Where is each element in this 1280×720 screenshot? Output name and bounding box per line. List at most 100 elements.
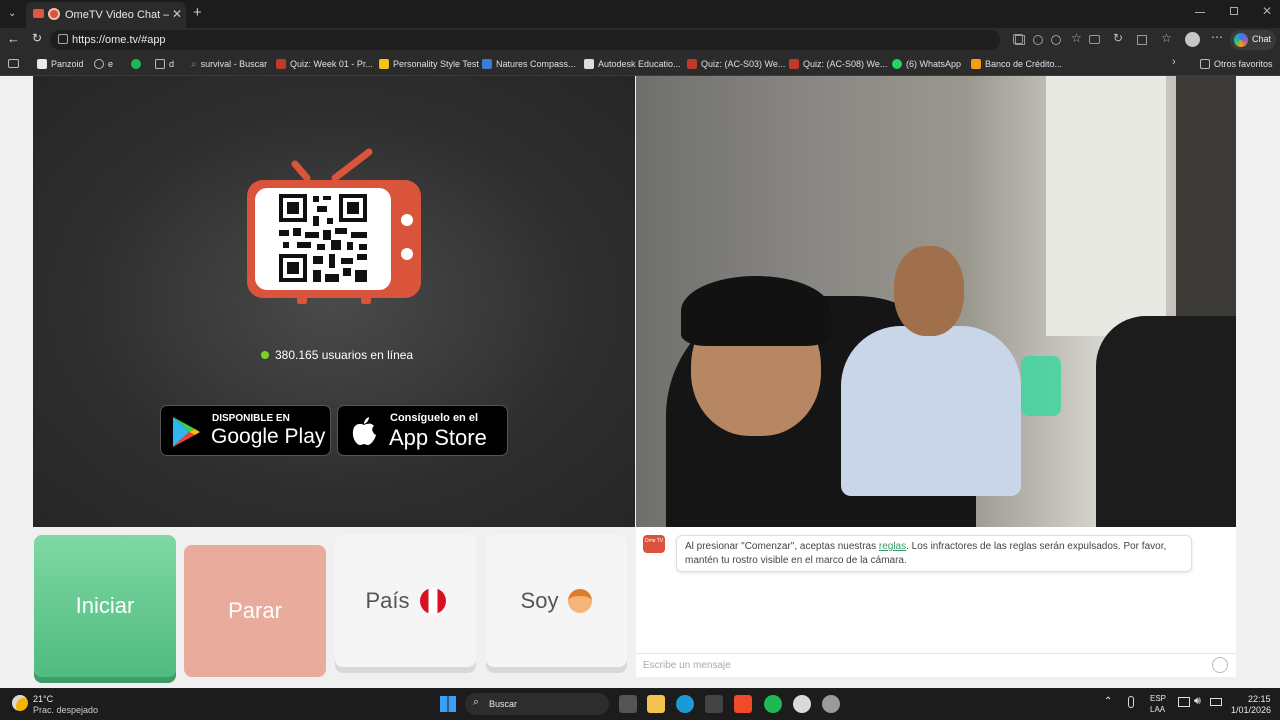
language-1[interactable]: ESP bbox=[1150, 694, 1166, 703]
grid-icon[interactable] bbox=[1015, 35, 1025, 45]
more-menu-icon[interactable]: ⋯ bbox=[1211, 30, 1223, 44]
split-screen-icon[interactable] bbox=[1137, 35, 1147, 45]
bookmark-e[interactable]: e bbox=[94, 57, 113, 71]
emoji-icon[interactable] bbox=[1212, 657, 1228, 673]
browser-tab[interactable]: OmeTV Video Chat — Omegl ✕ bbox=[26, 2, 186, 28]
copilot-icon bbox=[1234, 33, 1248, 47]
peru-flag-icon bbox=[419, 588, 446, 614]
app-icon[interactable] bbox=[705, 695, 723, 713]
search-icon: ⌕ bbox=[473, 696, 480, 708]
back-icon[interactable]: ← bbox=[7, 31, 20, 46]
folder-icon bbox=[1200, 59, 1210, 69]
bookmark-quiz-week01[interactable]: Quiz: Week 01 - Pr... bbox=[276, 57, 373, 71]
boy-emoji-icon bbox=[568, 589, 593, 613]
google-play-big-text: Google Play bbox=[211, 425, 326, 448]
tab-list-chevron-icon[interactable]: ⌄ bbox=[8, 8, 20, 20]
camera-icon[interactable] bbox=[1089, 35, 1100, 44]
taskbar-search[interactable]: ⌕ Buscar bbox=[465, 693, 609, 715]
copilot-chat-button[interactable]: Chat bbox=[1230, 30, 1276, 50]
app-store-small-text: Consíguelo en el bbox=[390, 412, 479, 424]
clock-time[interactable]: 22:15 bbox=[1248, 694, 1271, 704]
bookmark-d[interactable]: d bbox=[155, 57, 174, 71]
task-view-icon[interactable] bbox=[619, 695, 637, 713]
zoom-icon[interactable] bbox=[1033, 35, 1043, 45]
bookmark-whatsapp[interactable]: (6) WhatsApp bbox=[892, 57, 961, 71]
apple-icon bbox=[352, 417, 376, 445]
weather-icon bbox=[12, 695, 28, 711]
extension-icon[interactable] bbox=[1051, 35, 1061, 45]
bookmarks-overflow-icon[interactable]: › bbox=[1172, 56, 1176, 68]
windows-start-icon[interactable] bbox=[440, 696, 456, 712]
chat-panel: Ome TV Al presionar "Comenzar", aceptas … bbox=[636, 527, 1236, 677]
bookmark-banco[interactable]: Banco de Crédito... bbox=[971, 57, 1062, 71]
search-icon: ⌕ bbox=[191, 58, 197, 70]
bookmark-personality[interactable]: Personality Style Test bbox=[379, 57, 479, 71]
bookmark-survival[interactable]: ⌕ survival - Buscar bbox=[191, 57, 267, 71]
chat-input[interactable]: Escribe un mensaje bbox=[636, 653, 1236, 677]
new-tab-icon[interactable]: + bbox=[193, 4, 202, 21]
local-video-panel: 380.165 usuarios en línea DISPONIBLE EN … bbox=[33, 76, 635, 527]
google-play-small-text: DISPONIBLE EN bbox=[212, 413, 290, 424]
online-status-dot bbox=[261, 351, 269, 359]
whatsapp-icon bbox=[892, 59, 902, 69]
file-explorer-icon[interactable] bbox=[647, 695, 665, 713]
favorite-star-icon[interactable]: ☆ bbox=[1071, 31, 1082, 45]
chrome-icon[interactable] bbox=[793, 695, 811, 713]
stop-button[interactable]: Parar bbox=[184, 545, 326, 677]
bookmark-panzoid[interactable]: Panzoid bbox=[37, 57, 84, 71]
spotify-icon bbox=[131, 59, 141, 69]
volume-icon[interactable]: 🔊︎ bbox=[1194, 695, 1201, 708]
tab-close-icon[interactable]: ✕ bbox=[172, 7, 182, 21]
globe-icon bbox=[94, 59, 104, 69]
bookmark-autodesk[interactable]: Autodesk Educatio... bbox=[584, 57, 681, 71]
stop-label: Parar bbox=[228, 598, 282, 623]
country-label: País bbox=[365, 588, 410, 613]
clock-date[interactable]: 1/01/2026 bbox=[1231, 705, 1271, 715]
video-person-middle bbox=[841, 326, 1021, 496]
app-store-button[interactable]: Consíguelo en el App Store bbox=[337, 405, 508, 456]
network-icon[interactable] bbox=[1178, 697, 1190, 707]
brave-icon[interactable] bbox=[734, 695, 752, 713]
country-selector[interactable]: País bbox=[335, 535, 476, 667]
edge-icon[interactable] bbox=[676, 695, 694, 713]
other-favorites[interactable]: Otros favoritos bbox=[1200, 57, 1273, 71]
weather-desc: Prac. despejado bbox=[33, 705, 99, 715]
sidebar-toggle-icon[interactable] bbox=[8, 59, 19, 68]
online-count: 380.165 usuarios en línea bbox=[275, 348, 414, 362]
bookmark-spotify[interactable] bbox=[131, 57, 141, 71]
address-bar[interactable]: https://ome.tv/#app bbox=[50, 30, 1023, 50]
refresh-extension-icon[interactable]: ↻ bbox=[1113, 31, 1123, 45]
bookmark-quiz-s03[interactable]: Quiz: (AC-S03) We... bbox=[687, 57, 785, 71]
bookmark-natures-compass[interactable]: Natures Compass... bbox=[482, 57, 576, 71]
ometv-logo-icon: Ome TV bbox=[643, 535, 665, 553]
search-label: Buscar bbox=[489, 699, 518, 709]
close-window-icon[interactable]: ✕ bbox=[1262, 4, 1272, 18]
tab-media-icon bbox=[33, 9, 44, 18]
autodesk-icon bbox=[584, 59, 594, 69]
tray-chevron-icon[interactable]: ⌃ bbox=[1104, 696, 1112, 707]
site-info-icon[interactable] bbox=[58, 34, 68, 44]
minimize-icon[interactable] bbox=[1195, 12, 1205, 13]
bookmark-icon bbox=[37, 59, 47, 69]
bookmark-quiz-s08[interactable]: Quiz: (AC-S08) We... bbox=[789, 57, 887, 71]
spotify-icon[interactable] bbox=[764, 695, 782, 713]
video-window-light bbox=[1046, 76, 1166, 336]
gender-selector[interactable]: Soy bbox=[486, 535, 627, 667]
battery-icon[interactable] bbox=[1210, 698, 1222, 706]
compass-icon bbox=[482, 59, 492, 69]
app-store-big-text: App Store bbox=[389, 425, 487, 450]
settings-icon[interactable] bbox=[822, 695, 840, 713]
maximize-icon[interactable] bbox=[1230, 7, 1238, 15]
microphone-icon[interactable] bbox=[1128, 696, 1134, 708]
profile-avatar[interactable] bbox=[1185, 32, 1200, 47]
reload-icon[interactable]: ↻ bbox=[32, 31, 42, 45]
language-2[interactable]: LAA bbox=[1150, 705, 1165, 714]
start-button[interactable]: Iniciar bbox=[34, 535, 176, 677]
video-lamp-glow bbox=[1021, 356, 1061, 416]
google-play-button[interactable]: DISPONIBLE EN Google Play bbox=[160, 405, 331, 456]
tab-favicon-icon bbox=[48, 8, 60, 20]
utp-icon bbox=[276, 59, 286, 69]
favorites-icon[interactable]: ☆ bbox=[1161, 31, 1172, 45]
utp-icon bbox=[687, 59, 697, 69]
rules-link[interactable]: reglas bbox=[879, 541, 906, 552]
